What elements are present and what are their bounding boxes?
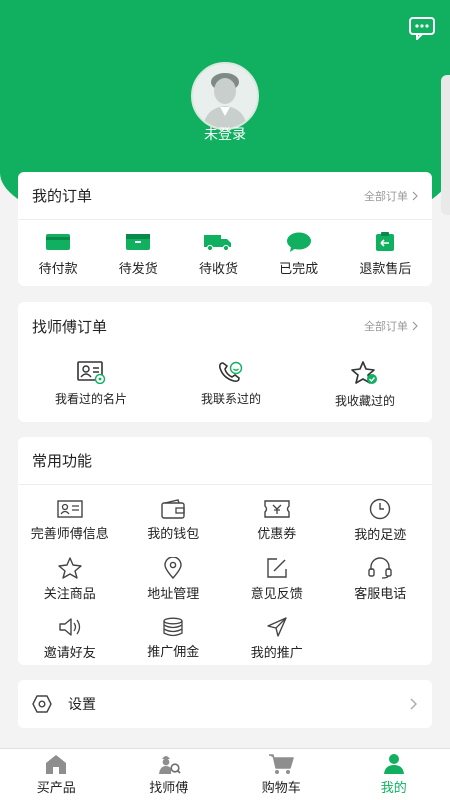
worker-search-icon	[158, 756, 181, 774]
function-follow-products-label: 关注商品	[43, 587, 96, 602]
chevron-right-icon	[412, 321, 418, 331]
default-avatar-icon	[193, 64, 257, 128]
function-commission-label: 推广佣金	[147, 645, 200, 660]
order-pending-receipt-label: 待收货	[198, 262, 238, 277]
speaker-icon	[59, 618, 80, 636]
settings-hexagon-icon	[32, 695, 52, 713]
tab-mine[interactable]: 我的	[338, 749, 450, 800]
refund-icon	[376, 232, 395, 251]
function-follow-products[interactable]: 关注商品	[18, 550, 122, 609]
chevron-right-icon	[412, 191, 418, 200]
chevron-right-icon	[410, 698, 417, 710]
function-footprint-label: 我的足迹	[354, 528, 407, 543]
order-pending-payment[interactable]: 待付款	[39, 232, 78, 277]
tab-mine-label: 我的	[380, 781, 407, 796]
orders-card: 我的订单 全部订单 待付款 待发货 待收货 已完成 退款售后	[18, 172, 432, 286]
function-invite[interactable]: 邀请好友	[18, 609, 122, 668]
function-invite-label: 邀请好友	[43, 646, 96, 661]
favorited-masters-label: 我收藏过的	[334, 394, 395, 408]
function-my-promotion-label: 我的推广	[250, 646, 303, 661]
tab-cart-label: 购物车	[261, 781, 301, 796]
order-completed-label: 已完成	[279, 262, 319, 277]
bottom-tab-bar: 买产品 找师傅 购物车 我的	[0, 748, 450, 800]
side-handle	[441, 75, 450, 215]
id-card-icon	[57, 500, 83, 518]
function-coupon-label: 优惠券	[257, 527, 297, 542]
master-orders-title: 找师傅订单	[32, 317, 108, 336]
function-coupon[interactable]: 优惠券	[225, 491, 329, 550]
star-check-icon	[351, 361, 377, 384]
coupon-icon	[264, 500, 290, 518]
function-service-phone[interactable]: 客服电话	[329, 550, 433, 609]
avatar[interactable]	[191, 62, 259, 130]
function-feedback-label: 意见反馈	[250, 587, 303, 602]
person-icon	[383, 754, 404, 774]
phone-contact-icon	[218, 361, 243, 382]
order-pending-shipment[interactable]: 待发货	[119, 232, 158, 277]
order-completed[interactable]: 已完成	[279, 232, 318, 277]
function-address[interactable]: 地址管理	[122, 550, 226, 609]
wallet-icon	[46, 234, 71, 250]
coins-icon	[163, 617, 183, 637]
order-refund[interactable]: 退款售后	[359, 232, 411, 277]
tab-find-master-label: 找师傅	[149, 781, 189, 796]
contacted-masters[interactable]: 我联系过的	[201, 360, 261, 409]
master-orders-all-link[interactable]: 全部订单	[364, 318, 418, 334]
card-view-icon	[77, 361, 106, 384]
order-refund-label: 退款售后	[359, 262, 412, 277]
message-button[interactable]	[408, 16, 436, 42]
function-address-label: 地址管理	[147, 587, 200, 602]
functions-header: 常用功能	[18, 437, 432, 485]
function-my-promotion[interactable]: 我的推广	[225, 609, 329, 668]
orders-all-link[interactable]: 全部订单	[364, 188, 418, 204]
package-icon	[126, 234, 151, 250]
edit-icon	[267, 558, 287, 578]
settings-label: 设置	[68, 697, 96, 713]
tab-find-master[interactable]: 找师傅	[113, 749, 226, 800]
function-service-phone-label: 客服电话	[354, 587, 407, 602]
function-wallet[interactable]: 我的钱包	[122, 491, 226, 550]
viewed-cards[interactable]: 我看过的名片	[55, 360, 127, 409]
message-icon	[409, 17, 435, 42]
chat-bubble-icon	[286, 232, 311, 252]
master-orders-card: 找师傅订单 全部订单 我看过的名片 我联系过的 我收藏过的	[18, 302, 432, 422]
function-master-info-label: 完善师傅信息	[30, 527, 109, 542]
settings-row[interactable]: 设置	[18, 680, 432, 728]
master-orders-header: 找师傅订单 全部订单	[18, 302, 432, 350]
location-icon	[164, 557, 182, 579]
orders-all-label: 全部订单	[364, 189, 408, 203]
functions-title: 常用功能	[32, 452, 93, 470]
function-master-info[interactable]: 完善师傅信息	[18, 491, 122, 550]
function-commission[interactable]: 推广佣金	[122, 609, 226, 668]
tab-cart[interactable]: 购物车	[225, 749, 338, 800]
function-wallet-label: 我的钱包	[147, 527, 200, 542]
home-icon	[46, 755, 67, 774]
favorited-masters[interactable]: 我收藏过的	[335, 360, 395, 409]
contacted-masters-label: 我联系过的	[200, 392, 261, 406]
function-feedback[interactable]: 意见反馈	[225, 550, 329, 609]
viewed-cards-label: 我看过的名片	[54, 392, 127, 406]
functions-card: 常用功能 完善师傅信息 我的钱包 优惠券 我的足迹 关注商品 地址管理 意见反馈…	[18, 437, 432, 665]
login-status[interactable]: 未登录	[0, 124, 450, 144]
master-orders-all-label: 全部订单	[364, 320, 408, 333]
order-pending-receipt[interactable]: 待收货	[199, 232, 238, 277]
order-pending-shipment-label: 待发货	[118, 262, 158, 277]
orders-title: 我的订单	[32, 187, 93, 205]
orders-header: 我的订单 全部订单	[18, 172, 432, 220]
send-icon	[267, 617, 287, 637]
cart-icon	[269, 754, 294, 774]
clock-icon	[370, 498, 391, 520]
tab-buy-products-label: 买产品	[36, 781, 76, 796]
tab-buy-products[interactable]: 买产品	[0, 749, 113, 800]
truck-icon	[204, 235, 232, 252]
wallet-outline-icon	[161, 499, 185, 519]
function-footprint[interactable]: 我的足迹	[329, 491, 433, 550]
order-pending-payment-label: 待付款	[38, 262, 78, 277]
star-icon	[58, 557, 82, 579]
headset-icon	[368, 557, 392, 579]
